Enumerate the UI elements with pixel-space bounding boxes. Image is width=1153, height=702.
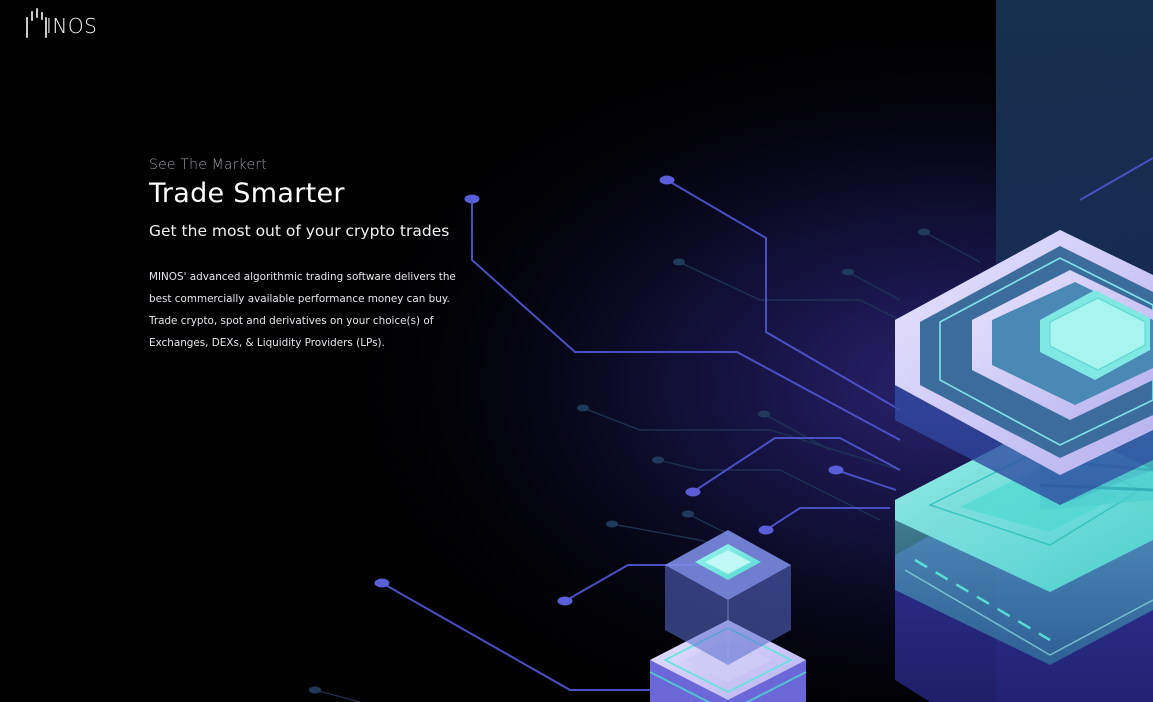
hero-description-line: best commercially available performance … [149, 293, 450, 305]
hero-description-line: Trade crypto, spot and derivatives on yo… [149, 315, 434, 327]
minos-logo[interactable]: INOS [25, 6, 97, 38]
logo-text: INOS [46, 14, 98, 38]
hero-copy: See The Markert Trade Smarter Get the mo… [149, 155, 494, 354]
hero-description-line: Exchanges, DEXs, & Liquidity Providers (… [149, 337, 385, 349]
bar-chart-mark-icon [26, 8, 47, 38]
hero-eyebrow: See The Markert [149, 157, 267, 173]
hero-subheadline: Get the most out of your crypto trades [149, 222, 450, 240]
hero-description: MINOS' advanced algorithmic trading soft… [149, 266, 494, 354]
hero-headline: Trade Smarter [149, 178, 345, 209]
hero-description-line: MINOS' advanced algorithmic trading soft… [149, 271, 456, 283]
